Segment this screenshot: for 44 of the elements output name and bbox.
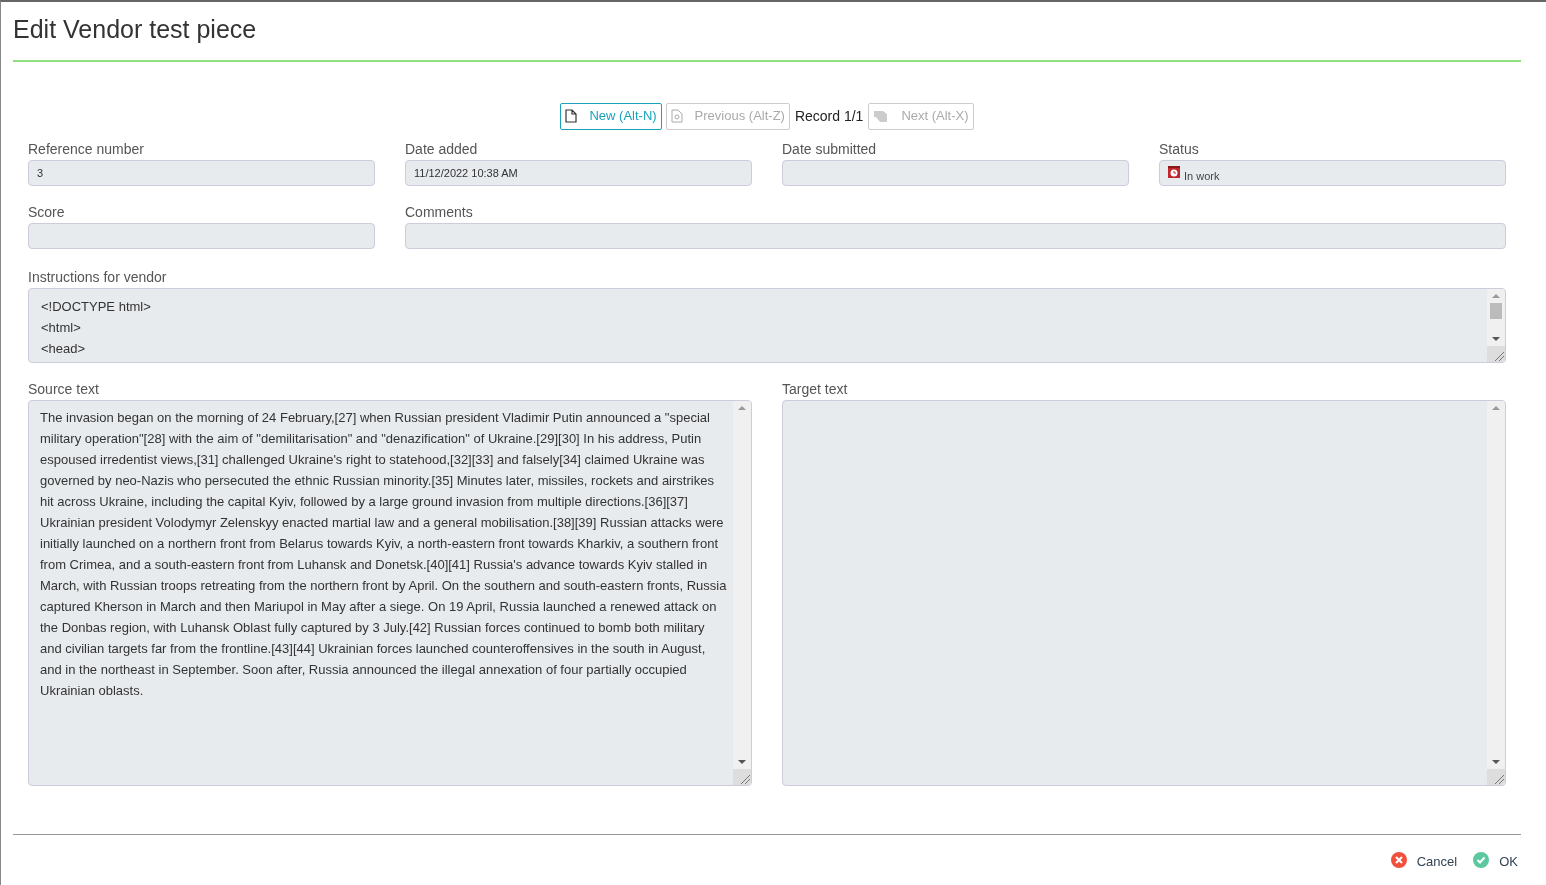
scrollbar-thumb[interactable] <box>1490 303 1502 319</box>
field-label: Date submitted <box>782 140 878 159</box>
resize-handle[interactable] <box>733 769 751 785</box>
scroll-up-arrow-icon[interactable] <box>738 406 746 410</box>
field-label: Date added <box>405 140 479 159</box>
code-line: <head> <box>41 340 87 358</box>
document-search-icon <box>670 109 683 123</box>
code-line: <html> <box>41 319 82 337</box>
scrollbar[interactable] <box>1487 289 1505 362</box>
status-field[interactable]: In work <box>1159 160 1506 186</box>
scroll-up-arrow-icon[interactable] <box>1492 406 1500 410</box>
ok-button[interactable]: OK <box>1473 848 1518 872</box>
field-label: Score <box>28 203 66 222</box>
cancel-icon <box>1390 852 1407 869</box>
hand-icon <box>873 109 890 123</box>
record-counter: Record 1/1 <box>793 106 865 126</box>
scroll-down-arrow-icon[interactable] <box>1492 760 1500 764</box>
input-field[interactable] <box>28 223 375 249</box>
input-field[interactable]: 11/12/2022 10:38 AM <box>405 160 752 186</box>
resize-handle[interactable] <box>1487 769 1505 785</box>
check-icon <box>1473 852 1490 869</box>
input-field[interactable] <box>405 223 1506 249</box>
field-label: Target text <box>782 380 849 399</box>
field-label: Reference number <box>28 140 145 159</box>
field-label: Status <box>1159 140 1200 159</box>
window-title: Edit Vendor test piece <box>13 14 258 45</box>
input-field[interactable]: 3 <box>28 160 375 186</box>
resize-handle[interactable] <box>1487 346 1505 362</box>
scroll-up-arrow-icon[interactable] <box>1492 294 1500 298</box>
scrollbar[interactable] <box>733 401 751 785</box>
code-line: <!DOCTYPE html> <box>41 298 152 316</box>
scroll-down-arrow-icon[interactable] <box>738 760 746 764</box>
scrollbar[interactable] <box>1487 401 1505 785</box>
input-field[interactable] <box>782 160 1129 186</box>
clock-icon <box>1168 166 1180 178</box>
document-icon <box>565 109 578 123</box>
paragraph: The invasion began on the morning of 24 February,[27] when Russian president Vladimir Putin announced a "special military operation"[28] with the aim of "demilitarisation" and "denazification" of Ukraine.[29][30] In his address, Putin espoused irredentist views,[31] challenged Ukraine's right to statehood,[32][33] and falsely[34] claimed Ukraine was governed by neo-Nazis who persecuted the ethnic Russian minority.[35] Minutes later, missiles, rockets and airstrikes hit across Ukraine, including the capital Kyiv, followed by a large ground invasion from multiple directions.[36][37] Ukrainian president Volodymyr Zelenskyy enacted martial law and a general mobilisation.[38][39] Russian attacks were initially launched on a northern front from Belarus towards Kyiv, a north-eastern front towards Kharkiv, a southern front from Crimea, and a south-eastern front from Luhansk and Donetsk.[40][41] Russia's advance towards Kyiv stalled in March, with Russian troops retreating from the northern front by April. On the southern and south-eastern fronts, Russia captured Kherson in March and then Mariupol in May after a siege. On 19 April, Russia launched a renewed attack on the Donbas region, with Luhansk Oblast fully captured by 3 July.[42] Russian forces continued to bomb both military and civilian targets far from the frontline.[43][44] Ukrainian forces launched counteroffensives in the south in August, and in the northeast in September. Soon after, Russia announced the illegal annexation of four partially occupied Ukrainian oblasts. <box>40 409 727 700</box>
cancel-button[interactable]: Cancel <box>1390 848 1458 872</box>
text-area[interactable] <box>28 400 752 786</box>
field-label: Comments <box>405 203 474 222</box>
scroll-down-arrow-icon[interactable] <box>1492 337 1500 341</box>
text-area[interactable]: <!DOCTYPE html> <html> <head> <box>28 288 1506 363</box>
field-label: Source text <box>28 380 100 399</box>
field-label: Instructions for vendor <box>28 268 168 287</box>
